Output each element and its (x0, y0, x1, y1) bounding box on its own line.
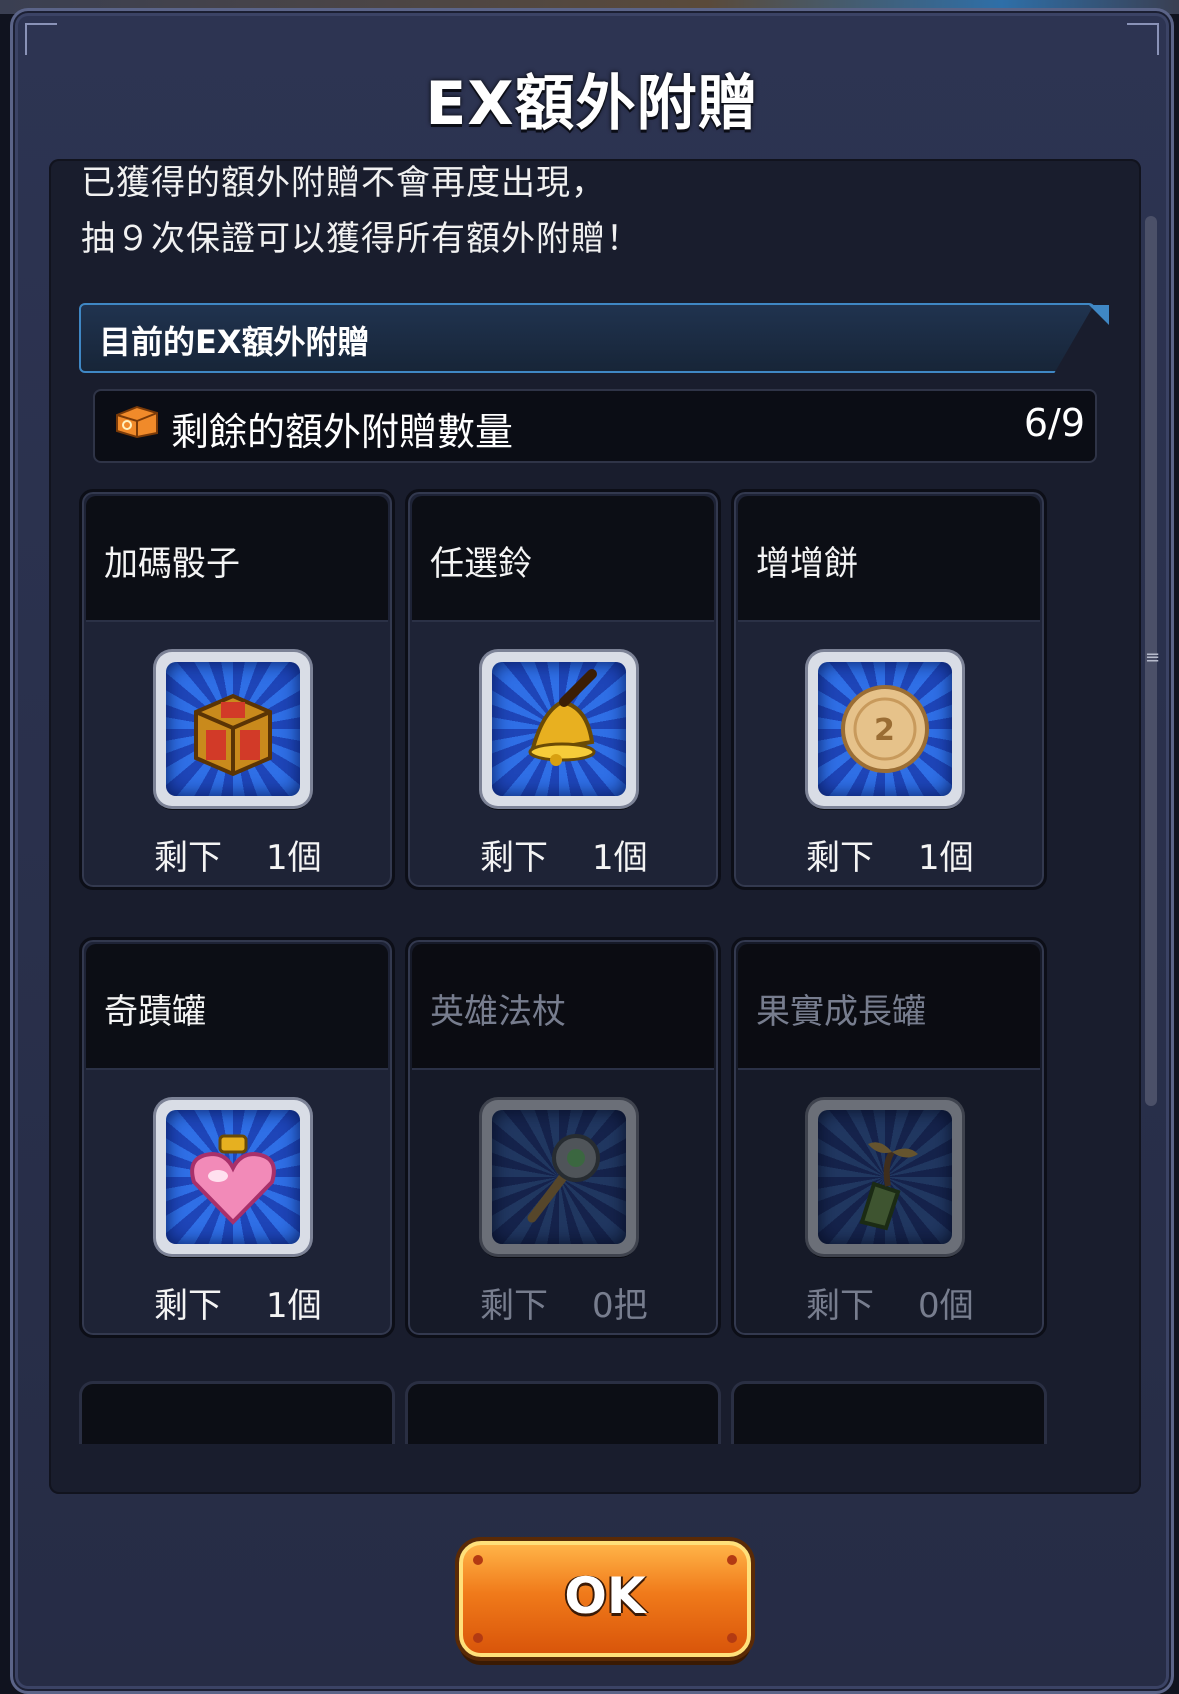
button-rivet (727, 1633, 737, 1643)
item-icon-frame (156, 1100, 310, 1254)
scrollbar-grip-icon[interactable]: ≡ (1145, 647, 1160, 675)
staff-icon (527, 1134, 600, 1223)
cookie-icon: 2 (841, 685, 929, 773)
item-count: 1個 (266, 838, 322, 878)
remaining-text: 剩下 (480, 838, 548, 878)
item-remaining: 剩下 1個 (154, 830, 322, 879)
item-count: 1個 (918, 838, 974, 878)
frame-corner (25, 23, 57, 55)
item-name: 增增餅 (756, 544, 858, 584)
card-header: 果實成長罐 (738, 944, 1040, 1070)
bonus-card-cookie[interactable]: 增增餅 2 剩下 1個 (731, 489, 1047, 890)
card-header: 加碼骰子 (86, 496, 388, 622)
item-icon-frame (482, 1100, 636, 1254)
item-remaining: 剩下 1個 (806, 830, 974, 879)
item-name: 奇蹟罐 (104, 992, 206, 1032)
bonus-card-partial (731, 1381, 1047, 1444)
frame-corner (1127, 23, 1159, 55)
item-name: 任選鈴 (430, 544, 532, 584)
item-count: 1個 (266, 1286, 322, 1326)
remaining-label: 剩餘的額外附贈數量 (171, 410, 514, 454)
svg-text:2: 2 (874, 713, 895, 748)
item-remaining: 剩下 1個 (480, 830, 648, 879)
item-remaining: 剩下 0個 (806, 1278, 974, 1327)
item-name: 英雄法杖 (430, 992, 566, 1032)
dialog-frame: EX額外附贈 已獲得的額外附贈不會再度出現， 抽９次保證可以獲得所有額外附贈！ … (10, 8, 1174, 1694)
card-header: 增增餅 (738, 496, 1040, 622)
remaining-text: 剩下 (154, 838, 222, 878)
button-rivet (727, 1555, 737, 1565)
bonus-card-heart-jar[interactable]: 奇蹟罐 剩下 1個 (79, 937, 395, 1338)
chest-icon (116, 405, 158, 439)
bonus-card-sprout-bottle[interactable]: 果實成長罐 剩下 0個 (731, 937, 1047, 1338)
section-header: 目前的EX額外附贈 (79, 303, 1095, 373)
bonus-card-dice[interactable]: 加碼骰子 剩下 1個 (79, 489, 395, 890)
item-icon-frame (808, 1100, 962, 1254)
card-header: 任選鈴 (412, 496, 714, 622)
content-scroll-area[interactable]: 已獲得的額外附贈不會再度出現， 抽９次保證可以獲得所有額外附贈！ 目前的EX額外… (49, 159, 1141, 1494)
remaining-text: 剩下 (806, 838, 874, 878)
remaining-text: 剩下 (480, 1286, 548, 1326)
item-name: 加碼骰子 (104, 544, 240, 584)
item-icon-frame (482, 652, 636, 806)
item-count: 1個 (592, 838, 648, 878)
heart-jar-icon (190, 1134, 276, 1225)
section-title: 目前的EX額外附贈 (99, 323, 370, 361)
item-icon-frame: 2 (808, 652, 962, 806)
item-icon-frame (156, 652, 310, 806)
dialog-title: EX額外附贈 (425, 69, 759, 139)
section-header-accent (1089, 305, 1109, 325)
ok-button[interactable]: OK (459, 1541, 751, 1657)
description-line-1: 已獲得的額外附贈不會再度出現， (81, 163, 606, 203)
card-header: 英雄法杖 (412, 944, 714, 1070)
item-count: 0個 (918, 1286, 974, 1326)
item-name: 果實成長罐 (756, 992, 926, 1032)
remaining-text: 剩下 (806, 1286, 874, 1326)
bonus-card-staff[interactable]: 英雄法杖 剩下 0把 (405, 937, 721, 1338)
item-count: 0把 (592, 1286, 648, 1326)
button-rivet (473, 1555, 483, 1565)
item-remaining: 剩下 0把 (480, 1278, 648, 1327)
remaining-text: 剩下 (154, 1286, 222, 1326)
item-remaining: 剩下 1個 (154, 1278, 322, 1327)
dice-icon (194, 693, 272, 777)
sprout-bottle-icon (859, 1142, 918, 1231)
bonus-card-partial (79, 1381, 395, 1444)
ok-button-label: OK (564, 1567, 646, 1625)
bonus-card-bell[interactable]: 任選鈴 剩下 1個 (405, 489, 721, 890)
remaining-count: 6/9 (1023, 401, 1085, 445)
bell-icon (528, 669, 597, 766)
bonus-card-partial (405, 1381, 721, 1444)
remaining-bonus-row: 剩餘的額外附贈數量 6/9 (93, 389, 1097, 463)
button-rivet (473, 1633, 483, 1643)
description-line-2: 抽９次保證可以獲得所有額外附贈！ (81, 219, 641, 259)
card-header: 奇蹟罐 (86, 944, 388, 1070)
